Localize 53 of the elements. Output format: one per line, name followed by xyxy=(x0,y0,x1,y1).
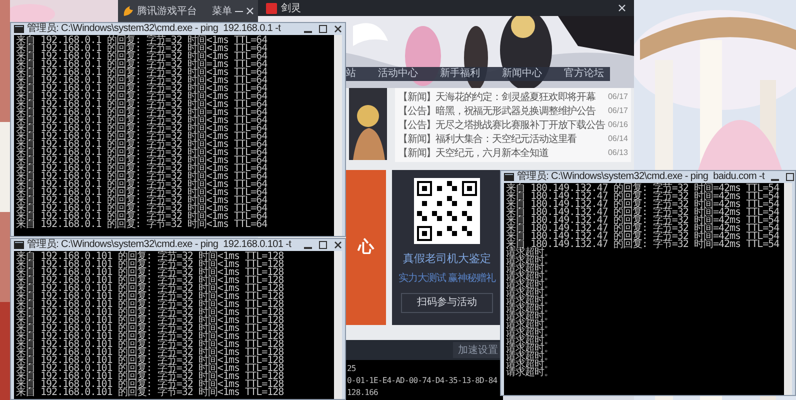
news-link[interactable]: 【新闻】天海花的约定：剑灵盛夏狂欢即将开幕 xyxy=(398,92,596,102)
scrollbar[interactable] xyxy=(334,251,342,399)
console-line: 请求超时。 xyxy=(506,257,554,265)
terminal-icon xyxy=(14,241,24,249)
console-line: 请求超时。 xyxy=(506,297,554,305)
console-line: 0-01-1E-E4-AD-00-74-D4-35-13-8D-84 xyxy=(347,376,498,385)
news-date: 06/16 xyxy=(608,119,628,131)
news-date: 06/17 xyxy=(608,91,628,103)
news-date: 06/13 xyxy=(608,147,628,159)
console-line: 请求超时。 xyxy=(506,281,554,289)
console-line: 请求超时。 xyxy=(506,289,554,297)
news-link[interactable]: 【公告】暗黑，祝福无形武器兑换调整维护公告 xyxy=(398,106,596,116)
window-title: 管理员: C:\Windows\system32\cmd.exe - ping 192.168.0.1 -t xyxy=(27,23,281,34)
card-subtitle: 实力大测试 赢神秘赠礼 xyxy=(398,272,496,286)
news-link[interactable]: 【新闻】福利大集合：天空纪元活动这里看 xyxy=(398,134,577,144)
close-icon[interactable] xyxy=(334,241,342,249)
console-line: 来自 192.168.0.1 的回复: 字节=32 时间<1ms TTL=64 xyxy=(16,221,268,229)
terminal-icon xyxy=(504,173,514,181)
card-title: 真假老司机大鉴定 xyxy=(403,252,491,267)
console-line: 请求超时。 xyxy=(506,305,554,313)
console-line: 请求超时。 xyxy=(506,249,554,257)
console-line: 请求超时。 xyxy=(506,313,554,321)
menu-button[interactable]: 菜单 xyxy=(212,4,232,18)
console-line: 请求超时。 xyxy=(506,273,554,281)
flame-icon xyxy=(122,5,134,17)
console-line: 请求超时。 xyxy=(506,321,554,329)
console-line: 请求超时。 xyxy=(506,369,554,377)
qr-code xyxy=(414,178,480,244)
settings-button[interactable]: 加速设置 xyxy=(453,342,503,358)
console-line: 请求超时。 xyxy=(506,329,554,337)
console-line: 请求超时。 xyxy=(506,361,554,369)
news-link[interactable]: 【公告】无尽之塔挑战赛比赛服补丁开放下载公告 xyxy=(398,120,605,130)
console-line: 来自 192.168.0.101 的回复: 字节=32 时间<1ms TTL=128 xyxy=(16,389,285,397)
news-date: 06/17 xyxy=(608,105,628,117)
scan-button[interactable]: 扫码参与活动 xyxy=(401,292,493,312)
window-title: 管理员: C:\Windows\system32\cmd.exe - ping 192.168.0.101 -t xyxy=(27,239,292,250)
window-title: 腾讯游戏平台 xyxy=(137,4,197,18)
news-link[interactable]: 【新闻】天空纪元，六月新本全知道 xyxy=(398,148,548,158)
console-line: 来自 192.168.0.101 的回复: 字节=32 时间<1ms TTL=128 xyxy=(16,253,285,261)
news-date: 06/14 xyxy=(608,133,628,145)
console-line: 请求超时。 xyxy=(506,337,554,345)
console-line: 请求超时。 xyxy=(506,265,554,273)
promo-text: 心 xyxy=(358,237,374,258)
scrollbar[interactable] xyxy=(334,35,342,236)
maximize-icon[interactable] xyxy=(319,241,327,249)
console-line: 来自 192.168.0.1 的回复: 字节=32 时间<1ms TTL=64 xyxy=(16,37,268,45)
window-title: 剑灵 xyxy=(281,2,301,16)
console-line: 请求超时。 xyxy=(506,345,554,353)
app-icon xyxy=(266,2,277,14)
console-line: 请求超时。 xyxy=(506,353,554,361)
terminal-icon xyxy=(14,25,24,33)
console-line: 25 xyxy=(347,364,357,373)
console-line: 128.166 xyxy=(347,388,379,397)
